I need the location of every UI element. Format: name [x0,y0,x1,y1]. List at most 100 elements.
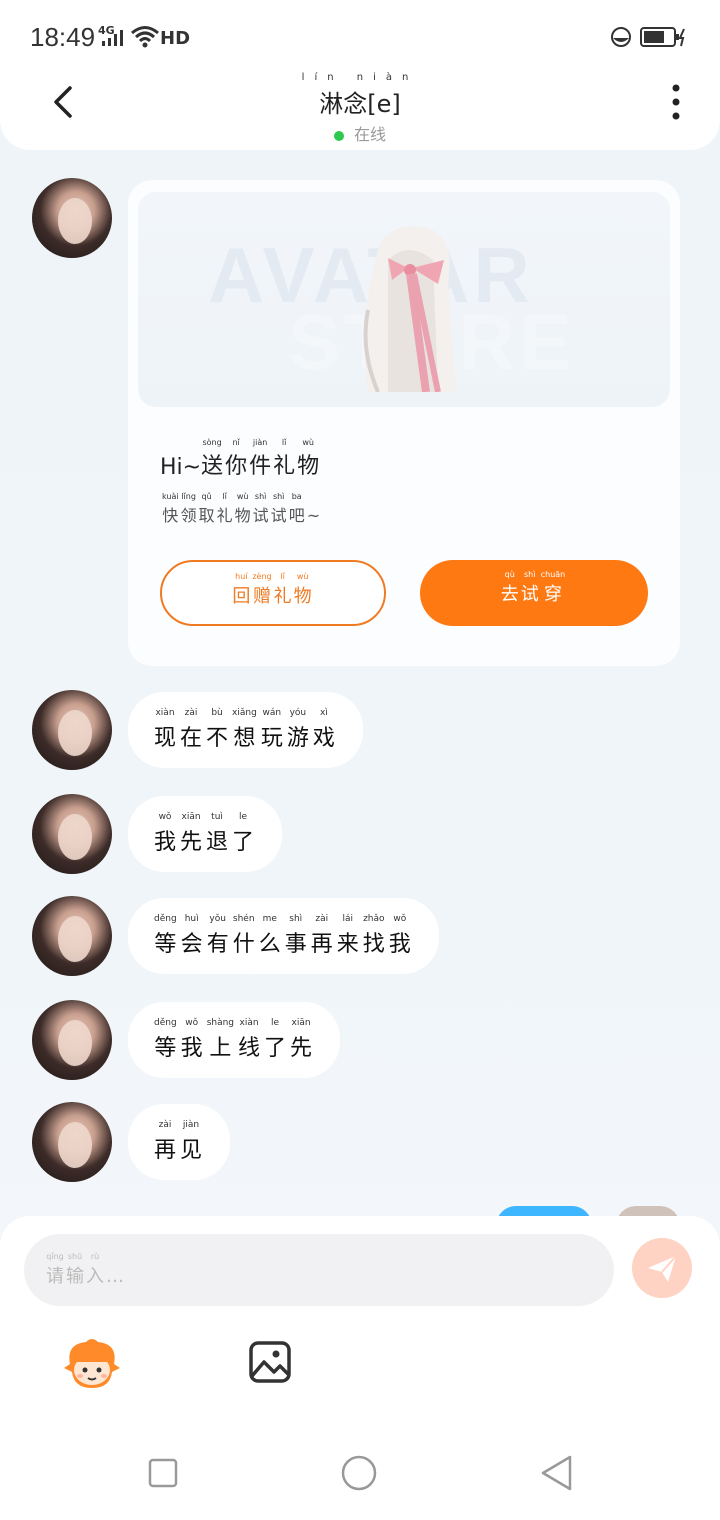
ruby-char: lǐ 礼 [217,492,233,526]
pinyin: jiàn [252,438,268,447]
ruby-char: jiàn 件 [249,438,271,480]
hanzi: 赠 [253,586,271,607]
ruby-char: shàng 上 [207,1018,234,1062]
ruby-char: wù 物 [294,572,312,608]
ruby-char: wù 物 [235,492,251,526]
pinyin: le [271,1018,280,1028]
hanzi: 先 [290,1036,313,1061]
ruby-char: rù 入 [86,1252,104,1288]
ruby-char: wǒ 我 [154,812,176,856]
ruby-char: sòng 送 [201,438,223,480]
avatar[interactable] [32,1000,112,1080]
pinyin [106,1256,124,1266]
pinyin: shū [67,1252,83,1261]
hanzi: 再 [154,1138,177,1163]
avatar[interactable] [32,1102,112,1182]
avatar[interactable] [32,896,112,976]
pinyin: jiàn [182,1120,200,1130]
nav-back-icon[interactable] [538,1454,574,1492]
more-icon[interactable] [664,82,688,122]
avatar[interactable] [32,178,112,258]
pinyin: wán [262,708,282,718]
message-bubble[interactable]: wǒ 我 xiān 先 tuì 退 le 了 [128,796,283,872]
hanzi: 想 [233,726,256,751]
pinyin: kuài [162,492,179,501]
send-icon[interactable] [632,1238,692,1298]
hd-badge: HD [160,28,191,49]
pinyin: huì [184,914,199,924]
hanzi: 物 [297,454,320,479]
pinyin: xiǎng [232,708,257,718]
ruby-char: jiàn 见 [180,1120,202,1164]
pinyin: děng [154,914,177,924]
ruby-char: shì 事 [285,914,307,958]
pinyin: xiān [291,1018,311,1028]
hanzi: 游 [286,726,309,751]
hanzi: 我 [180,1036,203,1061]
pinyin: xiān [181,812,201,822]
hanzi: 上 [209,1036,232,1061]
pinyin: zài [158,1120,172,1130]
ruby-char: wán 玩 [261,708,283,752]
hanzi: 件 [249,454,272,479]
pinyin: sòng [202,438,222,447]
hanzi: 去 [500,584,519,605]
pinyin: xiàn [155,708,175,718]
hanzi: 有 [206,932,229,957]
pinyin: bù [211,708,223,718]
ruby-char: shì 试 [253,492,269,526]
pinyin: qǔ [201,492,212,501]
pinyin: shì [289,914,303,924]
image-icon[interactable] [248,1340,292,1384]
pinyin: zèng [252,572,272,581]
avatar[interactable] [32,794,112,874]
pinyin: wù [236,492,249,501]
hanzi: 入 [86,1266,104,1287]
hanzi: 玩 [260,726,283,751]
pinyin: me [262,914,277,924]
ruby-char: qǔ 取 [199,492,215,526]
avatar-store-banner[interactable]: AVATAR STORE [138,192,670,407]
avatar[interactable] [32,690,112,770]
ruby-char: kuài 快 [162,492,179,526]
status-bar: 18:49 4G HD [0,0,720,70]
pinyin: shì [272,492,285,501]
ruby-char: shén 什 [233,914,255,958]
ruby-char: wǒ 我 [389,914,411,958]
ruby-char: bù 不 [206,708,228,752]
hanzi: 输 [66,1266,84,1287]
hanzi: 物 [293,586,312,607]
ruby-char: děng 等 [154,1018,177,1062]
mascot-icon[interactable] [62,1338,122,1390]
nav-home-icon[interactable] [340,1454,378,1492]
ruby-char: xiǎng 想 [232,708,257,752]
ruby-char: xiān 先 [180,812,202,856]
message-bubble[interactable]: děng 等 wǒ 我 shàng 上 xiàn 线 le 了 xiān 先 [128,1002,341,1078]
status-time: 18:49 [30,22,96,52]
hanzi: 我 [388,932,411,957]
pinyin [307,496,320,506]
ruby-char: shì 试 [521,570,539,606]
message-input[interactable]: qǐng 请 shū 输 rù 入 … [24,1234,614,1306]
pinyin: lái [342,914,354,924]
try-on-button[interactable]: qù 去 shì 试 chuān 穿 [420,560,648,626]
pinyin: wǒ [158,812,172,822]
ruby-char: ba 吧 [289,492,305,526]
hanzi: 在 [180,726,203,751]
ruby-char: lǐng 领 [181,492,197,526]
system-nav-bar [0,1430,720,1520]
message-bubble[interactable]: děng 等 huì 会 yǒu 有 shén 什 me 么 shì 事 zài 再 lái 来 zhǎo 找 wǒ… [128,898,439,974]
return-gift-button[interactable]: huí 回 zèng 赠 lǐ 礼 wù 物 [160,560,386,626]
ruby-char: yǒu 有 [207,914,229,958]
message-bubble[interactable]: xiàn 现 zài 在 bù 不 xiǎng 想 wán 玩 yóu 游 xì 戏 [128,692,363,768]
nav-recent-icon[interactable] [148,1458,178,1488]
ruby-char: shì 试 [271,492,287,526]
message-bubble[interactable]: zài 再 jiàn 见 [128,1104,231,1180]
ruby-char: wǒ 我 [181,1018,203,1062]
pinyin: zài [315,914,329,924]
hanzi: 礼 [273,586,292,607]
ruby-char: zài 再 [154,1120,176,1164]
pinyin: wǒ [393,914,407,924]
hanzi: 礼 [273,454,296,479]
hanzi: 试 [520,584,539,605]
